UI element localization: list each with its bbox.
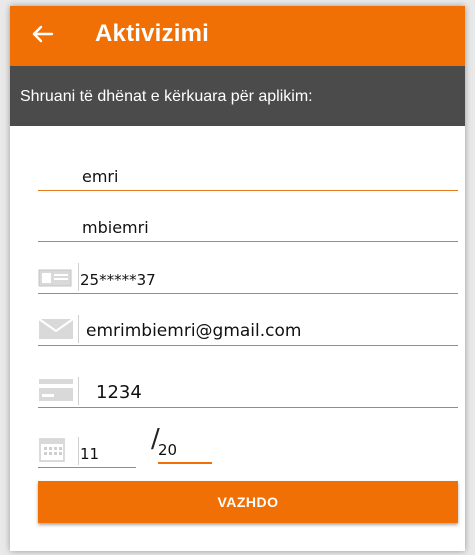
expiry-year-value: 20 (158, 441, 178, 459)
continue-button[interactable]: VAZHDO (38, 481, 458, 523)
email-divider (78, 315, 79, 343)
envelope-icon (38, 318, 74, 339)
calendar-icon (39, 438, 65, 462)
phone-screen: Aktivizimi Shruani të dhënat e kërkuara … (10, 6, 465, 551)
app-bar: Aktivizimi (10, 6, 465, 66)
page-title: Aktivizimi (95, 20, 210, 47)
credit-card-icon (39, 379, 73, 401)
expiry-month-underline (38, 467, 136, 468)
id-number-value: 25*****37 (80, 271, 156, 289)
expiry-month-field[interactable]: 11 (38, 428, 136, 468)
expiry-year-field[interactable]: 20 (158, 424, 212, 464)
expiry-year-underline (158, 462, 212, 464)
email-value: emrimbiemri@gmail.com (86, 321, 302, 341)
instructions-banner: Shruani të dhënat e kërkuara për aplikim… (10, 66, 465, 126)
email-field[interactable]: emrimbiemri@gmail.com (38, 306, 458, 346)
email-underline (38, 345, 458, 346)
id-number-field[interactable]: 25*****37 (38, 254, 458, 294)
arrow-left-icon[interactable] (28, 19, 58, 49)
expiry-divider (78, 437, 79, 465)
id-number-underline (38, 293, 458, 294)
last-name-underline (38, 241, 458, 242)
first-name-field[interactable]: emri (38, 151, 458, 191)
last-name-value: mbiemri (82, 218, 149, 237)
instructions-text: Shruani të dhënat e kërkuara për aplikim… (20, 88, 313, 105)
card-number-field[interactable]: 1234 (38, 368, 458, 408)
last-name-field[interactable]: mbiemri (38, 202, 458, 242)
card-number-value: 1234 (96, 382, 142, 403)
card-number-underline (38, 407, 458, 408)
first-name-underline (38, 190, 458, 191)
first-name-value: emri (82, 167, 119, 186)
card-divider (78, 377, 79, 405)
id-card-icon (38, 269, 72, 287)
expiry-month-value: 11 (80, 445, 100, 463)
id-number-divider (78, 263, 79, 291)
